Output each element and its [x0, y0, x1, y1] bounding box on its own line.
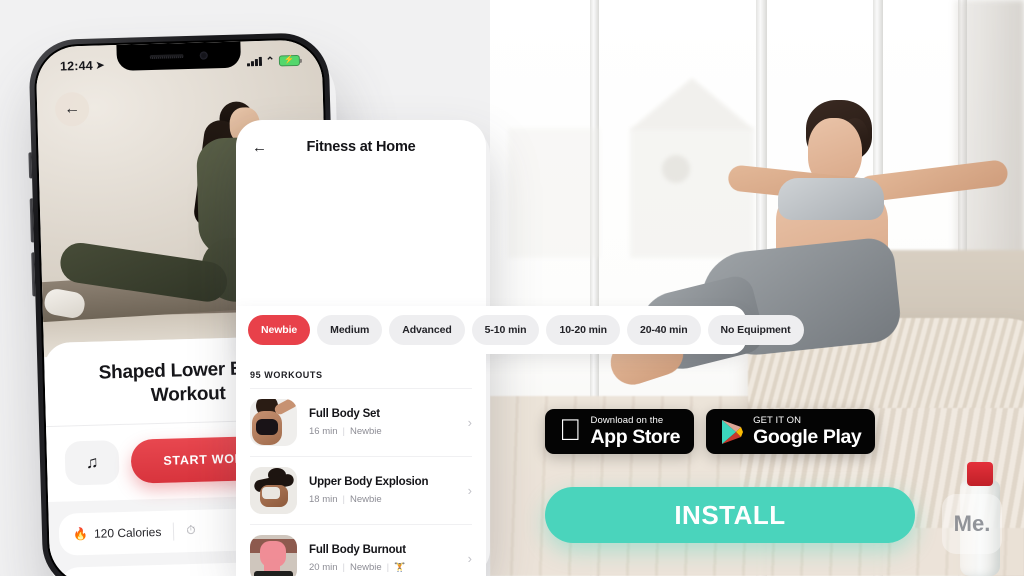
- location-arrow-icon: ➤: [95, 59, 105, 72]
- filter-chip-medium[interactable]: Medium: [317, 315, 383, 345]
- workout-duration: 20 min: [309, 562, 338, 574]
- workout-list: 95 WORKOUTS Full Body Set 16 min | Newbi…: [236, 354, 486, 576]
- workout-name: Upper Body Explosion: [309, 475, 429, 488]
- back-button-phone-center[interactable]: ←: [252, 139, 274, 156]
- cellular-signal-icon: [247, 56, 262, 66]
- filter-chip-newbie[interactable]: Newbie: [248, 315, 311, 345]
- app-store-badge[interactable]:  Download on the App Store: [545, 409, 695, 455]
- table-row[interactable]: Full Body Burnout 20 min | Newbie | 🏋 ›: [250, 524, 472, 576]
- status-time: 12:44: [59, 58, 94, 74]
- arrow-left-icon: ←: [63, 100, 81, 118]
- workout-level: Newbie: [349, 494, 382, 506]
- chevron-right-icon: ›: [467, 415, 472, 430]
- google-play-icon: [720, 419, 744, 445]
- workout-name: Full Body Burnout: [309, 543, 406, 556]
- google-play-small-label: GET IT ON: [730, 415, 801, 426]
- separator: |: [342, 494, 345, 506]
- workout-thumbnail: [250, 535, 297, 576]
- workout-thumbnail: [250, 399, 297, 446]
- separator: |: [386, 562, 390, 574]
- separator: |: [342, 426, 345, 438]
- google-play-large-label: Google Play: [730, 425, 862, 448]
- wifi-icon: ⌃: [265, 55, 276, 68]
- app-store-small-label: Download on the: [568, 415, 664, 426]
- filter-chip-5-10-min[interactable]: 5-10 min: [471, 315, 540, 345]
- filter-chip-20-40-min[interactable]: 20-40 min: [627, 315, 701, 345]
- stopwatch-icon: ⏱: [186, 523, 196, 538]
- workout-duration: 16 min: [309, 426, 338, 438]
- chevron-right-icon: ›: [467, 483, 472, 498]
- app-store-large-label: App Store: [568, 425, 681, 448]
- filter-chip-10-20-min[interactable]: 10-20 min: [546, 315, 620, 345]
- table-row[interactable]: Upper Body Explosion 18 min | Newbie ›: [250, 456, 472, 524]
- chevron-right-icon: ›: [467, 551, 472, 566]
- workout-level: Newbie: [349, 426, 382, 438]
- filter-chip-advanced[interactable]: Advanced: [389, 315, 465, 345]
- workout-level: Newbie: [349, 562, 382, 574]
- calories-value: 120 Calories: [93, 524, 162, 541]
- workout-count-label: 95 WORKOUTS: [250, 370, 323, 380]
- music-note-icon: ♫: [85, 452, 99, 472]
- dumbbell-icon: 🏋: [394, 562, 406, 573]
- separator: |: [342, 562, 345, 574]
- phone-center-header: ← Fitness at Home: [236, 120, 486, 174]
- music-button[interactable]: ♫: [64, 439, 120, 486]
- store-badges:  Download on the App Store GET IT ON Go…: [545, 409, 876, 455]
- workout-name: Full Body Set: [309, 407, 380, 420]
- phone-notch: [116, 41, 242, 71]
- filter-chip-row[interactable]: Newbie Medium Advanced 5-10 min 10-20 mi…: [236, 306, 804, 354]
- install-button[interactable]: INSTALL: [545, 487, 915, 543]
- arrow-left-icon: ←: [252, 138, 267, 156]
- apple-logo-icon: : [559, 415, 582, 446]
- workout-thumbnail: [250, 467, 297, 514]
- table-row[interactable]: Full Body Set 16 min | Newbie ›: [250, 388, 472, 456]
- battery-charging-icon: ⚡: [278, 54, 301, 66]
- filter-chip-no-equipment[interactable]: No Equipment: [707, 315, 804, 345]
- workout-duration: 18 min: [309, 494, 338, 506]
- flame-icon: 🔥: [72, 526, 89, 542]
- google-play-badge[interactable]: GET IT ON Google Play: [706, 409, 876, 455]
- watermark-logo: Me.: [942, 494, 1002, 554]
